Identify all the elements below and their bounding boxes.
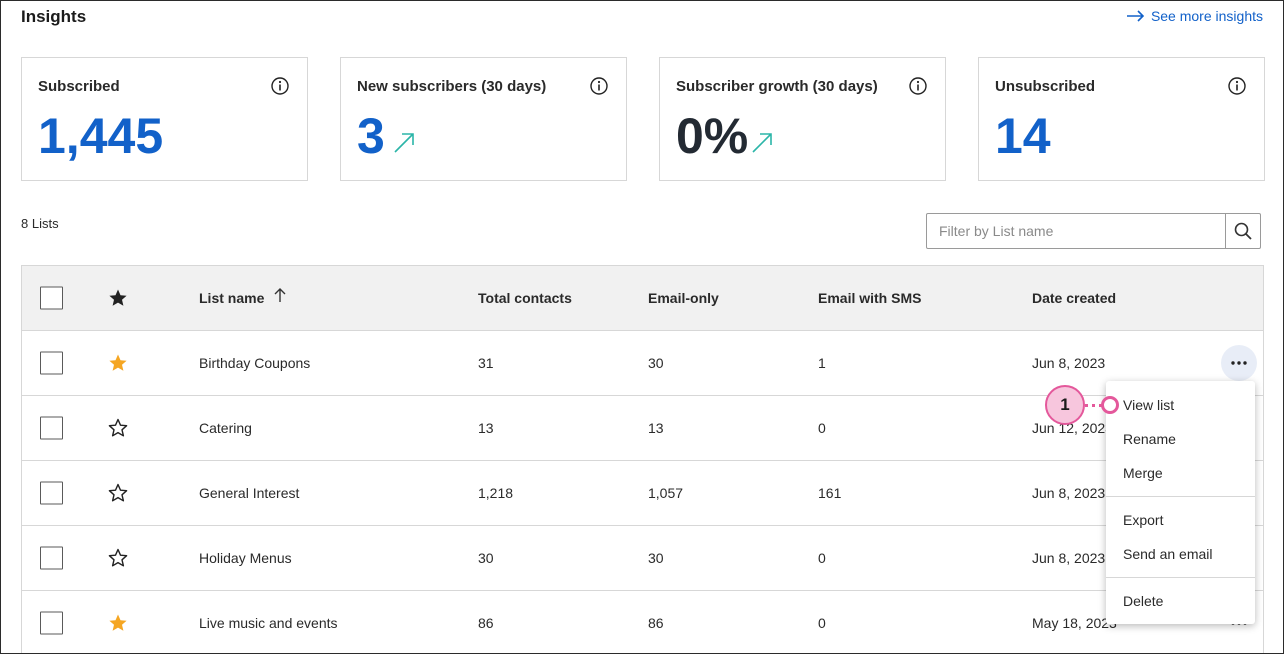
total-contacts-cell: 86 [478, 615, 494, 631]
select-all-checkbox[interactable] [40, 286, 63, 310]
card-value: 0% [676, 108, 749, 164]
card-label: Subscribed [38, 78, 120, 95]
menu-item-send-email[interactable]: Send an email [1123, 546, 1213, 562]
list-name-cell[interactable]: Holiday Menus [199, 550, 292, 566]
filter-box [926, 213, 1261, 249]
menu-item-rename[interactable]: Rename [1123, 431, 1176, 447]
card-unsubscribed: Unsubscribed 14 [978, 57, 1265, 181]
column-header-total-contacts[interactable]: Total contacts [478, 290, 572, 306]
actions-menu: View list Rename Merge Export Send an em… [1106, 381, 1255, 624]
email-only-cell: 30 [648, 550, 664, 566]
row-checkbox[interactable] [40, 546, 63, 570]
list-name-cell[interactable]: Live music and events [199, 615, 338, 631]
more-horizontal-icon [1231, 361, 1247, 365]
column-header-date-created[interactable]: Date created [1032, 290, 1116, 306]
card-label: New subscribers (30 days) [357, 78, 547, 95]
table-row[interactable]: Holiday Menus 30 30 0 Jun 8, 2023 [21, 526, 1264, 591]
card-label: Subscriber growth (30 days) [676, 78, 878, 95]
info-icon[interactable] [1228, 77, 1246, 95]
filter-input[interactable] [927, 214, 1225, 248]
menu-item-export[interactable]: Export [1123, 512, 1163, 528]
insights-page: Insights See more insights Subscribed 1,… [0, 0, 1284, 654]
card-subscriber-growth: Subscriber growth (30 days) 0% [659, 57, 946, 181]
trend-up-icon [394, 133, 414, 153]
trend-up-icon [752, 133, 772, 153]
row-checkbox[interactable] [40, 481, 63, 505]
column-label: List name [199, 290, 265, 306]
callout-target-ring [1101, 396, 1119, 414]
menu-divider [1106, 496, 1255, 497]
email-only-cell: 86 [648, 615, 664, 631]
email-sms-cell: 0 [818, 550, 826, 566]
search-button[interactable] [1225, 214, 1260, 248]
list-name-cell[interactable]: General Interest [199, 485, 299, 501]
menu-item-view-list[interactable]: View list [1123, 397, 1174, 413]
card-label: Unsubscribed [995, 78, 1096, 95]
menu-item-delete[interactable]: Delete [1123, 593, 1163, 609]
table-row[interactable]: Live music and events 86 86 0 May 18, 20… [21, 591, 1264, 653]
total-contacts-cell: 1,218 [478, 485, 514, 501]
date-created-cell: Jun 8, 2023 [1032, 485, 1106, 501]
list-name-cell[interactable]: Catering [199, 420, 252, 436]
menu-divider [1106, 577, 1255, 578]
search-icon [1234, 222, 1252, 240]
column-header-list-name[interactable]: List name [199, 287, 286, 306]
star-outline-icon[interactable] [108, 483, 128, 503]
see-more-insights-link[interactable]: See more insights [1126, 8, 1263, 24]
table-header: List name Total contacts Email-only Emai… [21, 265, 1264, 331]
menu-item-merge[interactable]: Merge [1123, 465, 1163, 481]
row-checkbox[interactable] [40, 351, 63, 375]
see-more-label: See more insights [1150, 8, 1263, 24]
table-row[interactable]: Birthday Coupons 31 30 1 Jun 8, 2023 [21, 331, 1264, 396]
star-filled-icon[interactable] [108, 353, 128, 373]
total-contacts-cell: 13 [478, 420, 494, 436]
card-value: 14 [995, 108, 1051, 164]
date-created-cell: Jun 8, 2023 [1032, 355, 1106, 371]
more-actions-button[interactable] [1221, 345, 1257, 381]
star-outline-icon[interactable] [108, 548, 128, 568]
email-sms-cell: 161 [818, 485, 842, 501]
card-value: 1,445 [38, 108, 164, 164]
info-icon[interactable] [590, 77, 608, 95]
callout-connector [1085, 404, 1102, 407]
email-sms-cell: 0 [818, 615, 826, 631]
lists-table: List name Total contacts Email-only Emai… [21, 265, 1264, 653]
date-created-cell: Jun 8, 2023 [1032, 550, 1106, 566]
star-filled-icon[interactable] [108, 288, 128, 308]
star-filled-icon[interactable] [108, 613, 128, 633]
column-header-email-with-sms[interactable]: Email with SMS [818, 290, 921, 306]
total-contacts-cell: 30 [478, 550, 494, 566]
total-contacts-cell: 31 [478, 355, 494, 371]
card-subscribed: Subscribed 1,445 [21, 57, 308, 181]
column-header-email-only[interactable]: Email-only [648, 290, 719, 306]
info-icon[interactable] [909, 77, 927, 95]
star-outline-icon[interactable] [108, 418, 128, 438]
card-new-subscribers: New subscribers (30 days) 3 [340, 57, 627, 181]
sort-ascending-icon[interactable] [274, 287, 286, 303]
date-created-cell: May 18, 2023 [1032, 615, 1117, 631]
card-value: 3 [357, 108, 385, 164]
table-row[interactable]: General Interest 1,218 1,057 161 Jun 8, … [21, 461, 1264, 526]
email-only-cell: 30 [648, 355, 664, 371]
row-checkbox[interactable] [40, 416, 63, 440]
info-icon[interactable] [271, 77, 289, 95]
email-sms-cell: 1 [818, 355, 826, 371]
list-name-cell[interactable]: Birthday Coupons [199, 355, 310, 371]
email-only-cell: 1,057 [648, 485, 684, 501]
page-title: Insights [21, 7, 87, 26]
arrow-right-icon [1126, 10, 1145, 22]
step-callout-badge: 1 [1045, 385, 1085, 425]
email-sms-cell: 0 [818, 420, 826, 436]
email-only-cell: 13 [648, 420, 664, 436]
row-checkbox[interactable] [40, 611, 63, 635]
list-count: 8 Lists [21, 216, 59, 231]
